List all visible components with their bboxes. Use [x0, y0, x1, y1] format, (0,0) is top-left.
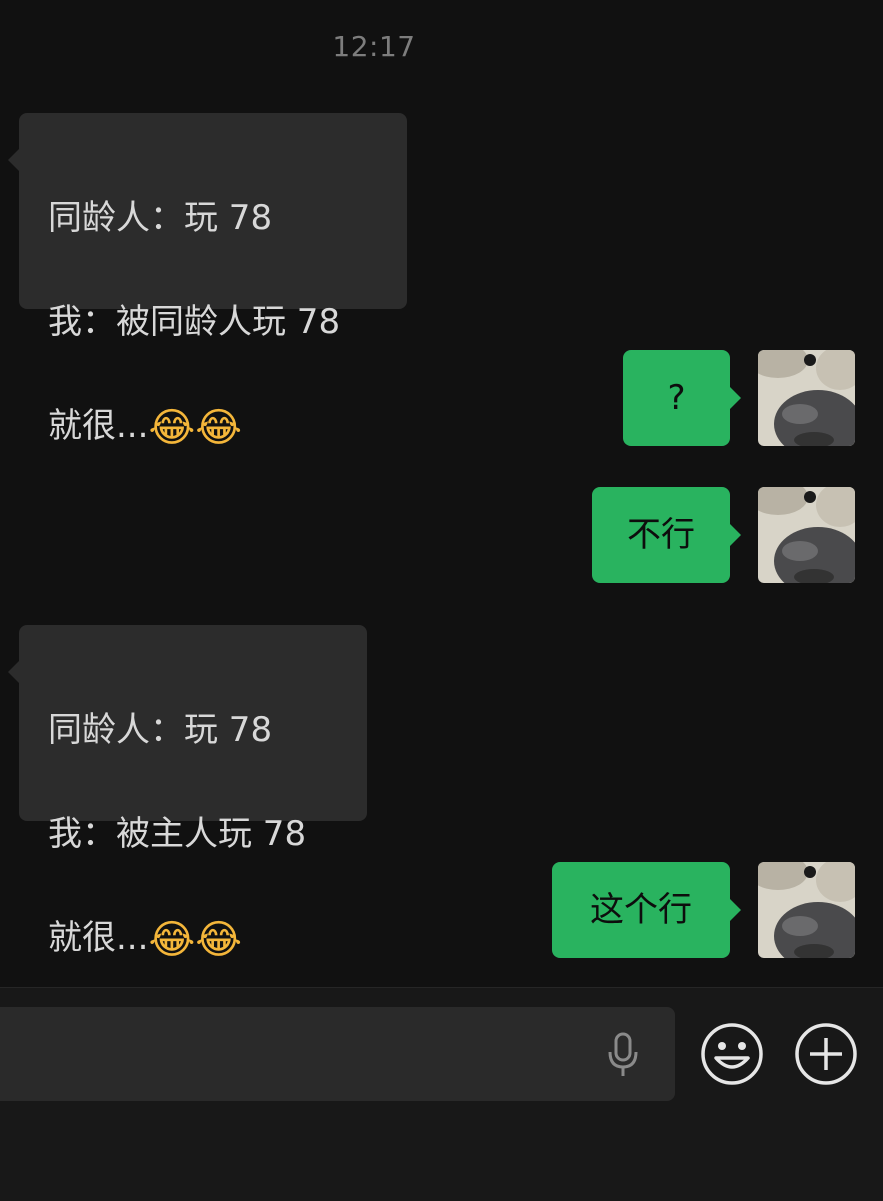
- message-line: 就很...😂😂: [48, 917, 242, 963]
- face-with-tears-of-joy-icon: 😂: [195, 405, 242, 451]
- plus-circle-icon[interactable]: [794, 1022, 858, 1086]
- message-line: 我：被同龄人玩 78: [48, 302, 341, 342]
- avatar-image: [758, 350, 855, 446]
- microphone-icon[interactable]: [603, 1032, 643, 1078]
- message-line: 同龄人：玩 78: [48, 710, 273, 750]
- message-line: 就很...😂😂: [48, 405, 242, 451]
- avatar-image: [758, 862, 855, 958]
- message-line: 同龄人：玩 78: [48, 198, 273, 238]
- outgoing-message-3[interactable]: 不行: [592, 487, 730, 583]
- avatar[interactable]: [758, 862, 855, 958]
- message-input[interactable]: [0, 1007, 675, 1101]
- outgoing-message-2[interactable]: ?: [623, 350, 730, 446]
- face-with-tears-of-joy-icon: 😂: [148, 405, 196, 451]
- bubble-tail: [730, 524, 741, 546]
- message-text: ?: [667, 378, 686, 418]
- bubble-tail: [730, 387, 741, 409]
- face-with-tears-of-joy-icon: 😂: [148, 917, 196, 963]
- bubble-tail: [8, 149, 19, 171]
- face-with-tears-of-joy-icon: 😂: [195, 917, 242, 963]
- emoji-face-icon[interactable]: [700, 1022, 764, 1086]
- avatar[interactable]: [758, 350, 855, 446]
- avatar[interactable]: [758, 487, 855, 583]
- avatar-image: [758, 487, 855, 583]
- message-line: 我：被主人玩 78: [48, 814, 307, 854]
- incoming-message-1[interactable]: 同龄人：玩 78 我：被同龄人玩 78 就很...😂😂: [19, 113, 407, 451]
- outgoing-message-5[interactable]: 这个行: [552, 862, 730, 958]
- incoming-message-4[interactable]: 同龄人：玩 78 我：被主人玩 78 就很...😂😂: [19, 625, 367, 963]
- bubble-tail: [730, 899, 741, 921]
- bubble-tail: [8, 661, 19, 683]
- message-text: 这个行: [590, 890, 692, 930]
- chat-timestamp: 12:17: [332, 30, 416, 63]
- message-text: 不行: [627, 515, 695, 555]
